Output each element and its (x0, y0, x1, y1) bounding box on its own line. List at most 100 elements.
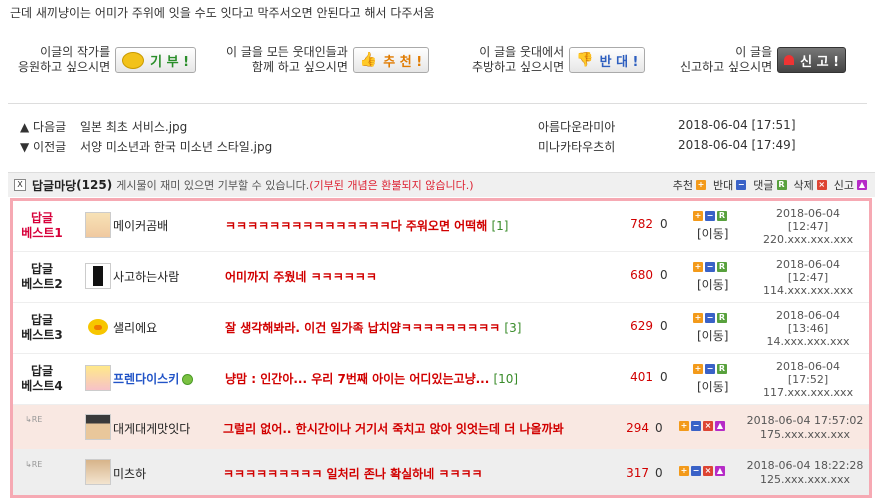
avatar[interactable] (85, 212, 111, 238)
downvote-icon[interactable]: − (705, 364, 715, 374)
recommend-group: 이 글을 모든 웃대인들과 함께 하고 싶으시면 👍 추 천 ! (226, 45, 430, 75)
upvote-icon[interactable]: + (693, 313, 703, 323)
online-icon (182, 374, 194, 385)
comment-date: 2018-06-04 [17:52] 117.xxx.xxx.xxx (763, 360, 854, 399)
downvote-icon[interactable]: − (705, 262, 715, 272)
report-icon[interactable]: ▲ (715, 466, 725, 476)
avatar[interactable] (85, 414, 111, 440)
move-link[interactable]: [이동] (697, 225, 728, 242)
expand-icon[interactable]: X (14, 179, 26, 191)
comment-text: ㅋㅋㅋㅋㅋㅋㅋㅋㅋ 일처리 존나 확실하네 ㅋㅋㅋㅋ (223, 467, 483, 481)
vote-area: 이글의 작가를 응원하고 싶으시면 기 부 ! 이 글을 모든 웃대인들과 함께… (0, 45, 875, 85)
report-button[interactable]: 신 고 ! (777, 47, 847, 73)
reply-icon[interactable]: R (717, 211, 727, 221)
commenter-nick[interactable]: 미츠하 (113, 465, 146, 482)
dislike-count: 0 (655, 466, 663, 480)
reply-arrow-icon: ↳RE (25, 460, 43, 469)
post-tail-text: 근데 새끼냥이는 어미가 주위에 잇을 수도 잇다고 막주서오면 안된다고 해서… (10, 6, 435, 20)
prev-post-title[interactable]: 서양 미소년과 한국 미소년 스타일.jpg (80, 138, 272, 155)
oppose-label-1: 이 글을 웃대에서 (479, 45, 565, 59)
comment-date: 2018-06-04 [13:46] 14.xxx.xxx.xxx (766, 309, 850, 348)
reply-icon[interactable]: R (717, 313, 727, 323)
minus-icon: − (736, 180, 747, 190)
best-badge: 답글 베스트3 (21, 313, 63, 342)
commenter-nick[interactable]: 대게대게맛잇다 (113, 420, 190, 437)
report-group: 이 글을 신고하고 싶으시면 신 고 ! (680, 45, 847, 75)
downvote-icon[interactable]: − (705, 211, 715, 221)
next-post-date: 2018-06-04 [17:51] (678, 118, 796, 132)
move-link[interactable]: [이동] (697, 276, 728, 293)
upvote-icon[interactable]: + (693, 262, 703, 272)
report-label-1: 이 글을 (735, 45, 773, 59)
avatar[interactable] (85, 314, 111, 340)
downvote-icon[interactable]: − (691, 466, 701, 476)
comment-section-title: 답글마당 (32, 178, 77, 193)
downvote-icon[interactable]: − (705, 313, 715, 323)
donate-label-1: 이글의 작가를 (40, 45, 111, 59)
comment-count: (125) (76, 178, 113, 192)
comment-date: 2018-06-04 18:22:28 125.xxx.xxx.xxx (746, 459, 864, 486)
avatar[interactable] (85, 263, 111, 289)
commenter-nick[interactable]: 사고하는사람 (113, 268, 179, 285)
avatar[interactable] (85, 459, 111, 485)
commenter-nick[interactable]: 메이커곰배 (113, 217, 168, 234)
like-count: 401 (630, 370, 653, 384)
dislike-count: 0 (660, 319, 668, 333)
delete-icon[interactable]: × (703, 421, 713, 431)
recommend-label-1: 이 글을 모든 웃대인들과 (226, 45, 348, 59)
commenter-nick[interactable]: 샐리에요 (113, 319, 157, 336)
comment-actions: + − R (693, 211, 727, 221)
comment-legend: 추천 + 반대 − 댓글 R 삭제 × 신고 ▲ (672, 179, 867, 192)
siren-icon (784, 55, 795, 65)
reply-icon[interactable]: R (717, 262, 727, 272)
upvote-icon[interactable]: + (693, 364, 703, 374)
donate-label-2: 응원하고 싶으시면 (18, 60, 111, 74)
comment-text: 냥맘 : 인간아... 우리 7번째 아이는 어디있는고냥... [10] (225, 372, 519, 386)
comment-actions: + − R (693, 262, 727, 272)
recommend-label-2: 함께 하고 싶으시면 (251, 60, 348, 74)
prev-post-row[interactable]: ▼ 이전글 서양 미소년과 한국 미소년 스타일.jpg 미나카타우츠히 201… (0, 136, 875, 156)
commenter-nick[interactable]: 프렌다이스키 (113, 370, 194, 387)
comment-row: 답글 베스트3 샐리에요 잘 생각해봐라. 이건 일가족 납치얌ㅋㅋㅋㅋㅋㅋㅋㅋ… (13, 303, 869, 354)
best-badge: 답글 베스트4 (21, 364, 63, 393)
best-badge: 답글 베스트1 (21, 211, 63, 240)
upvote-icon[interactable]: + (679, 421, 689, 431)
upvote-icon[interactable]: + (679, 466, 689, 476)
dislike-count: 0 (660, 370, 668, 384)
comment-row: 답글 베스트4 프렌다이스키 냥맘 : 인간아... 우리 7번째 아이는 어디… (13, 354, 869, 405)
coin-icon (122, 51, 145, 69)
reply-icon[interactable]: R (717, 364, 727, 374)
best-badge: 답글 베스트2 (21, 262, 63, 291)
downvote-icon[interactable]: − (691, 421, 701, 431)
comment-row: 답글 베스트2 사고하는사람 어미까지 주웠네 ㅋㅋㅋㅋㅋㅋ 680 0 + −… (13, 252, 869, 303)
recommend-button[interactable]: 👍 추 천 ! (352, 47, 430, 73)
comment-row: 답글 베스트1 메이커곰배 ㅋㅋㅋㅋㅋㅋㅋㅋㅋㅋㅋㅋㅋㅋㅋ다 주워오면 어떡해 … (13, 201, 869, 252)
oppose-button[interactable]: 👎 반 대 ! (569, 47, 646, 73)
move-link[interactable]: [이동] (697, 378, 728, 395)
prev-post-author[interactable]: 미나카타우츠히 (538, 138, 615, 155)
next-post-row[interactable]: ▲ 다음글 일본 최초 서비스.jpg 아름다운라미아 2018-06-04 [… (0, 116, 875, 136)
thumbs-up-icon: 👍 (359, 52, 378, 68)
upvote-icon[interactable]: + (693, 211, 703, 221)
donate-button[interactable]: 기 부 ! (115, 47, 197, 73)
dislike-count: 0 (655, 421, 663, 435)
like-count: 782 (630, 217, 653, 231)
comment-date: 2018-06-04 17:57:02 175.xxx.xxx.xxx (746, 414, 864, 441)
comment-text: 잘 생각해봐라. 이건 일가족 납치얌ㅋㅋㅋㅋㅋㅋㅋㅋㅋ [3] (225, 321, 522, 335)
divider (8, 103, 867, 104)
next-post-author[interactable]: 아름다운라미아 (538, 118, 615, 135)
delete-icon[interactable]: × (703, 466, 713, 476)
like-count: 680 (630, 268, 653, 282)
avatar[interactable] (85, 365, 111, 391)
move-link[interactable]: [이동] (697, 327, 728, 344)
comment-date: 2018-06-04 [12:47] 114.xxx.xxx.xxx (763, 258, 854, 297)
report-icon: ▲ (857, 180, 867, 190)
report-icon[interactable]: ▲ (715, 421, 725, 431)
next-post-title[interactable]: 일본 최초 서비스.jpg (80, 118, 187, 135)
report-label-2: 신고하고 싶으시면 (680, 60, 773, 74)
comment-note: (기부된 개념은 환불되지 않습니다.) (309, 179, 474, 192)
like-count: 294 (626, 421, 649, 435)
delete-icon: × (816, 180, 827, 190)
comment-desc: 게시물이 재미 있으면 기부할 수 있습니다. (116, 179, 310, 192)
oppose-group: 이 글을 웃대에서 추방하고 싶으시면 👎 반 대 ! (472, 45, 646, 75)
